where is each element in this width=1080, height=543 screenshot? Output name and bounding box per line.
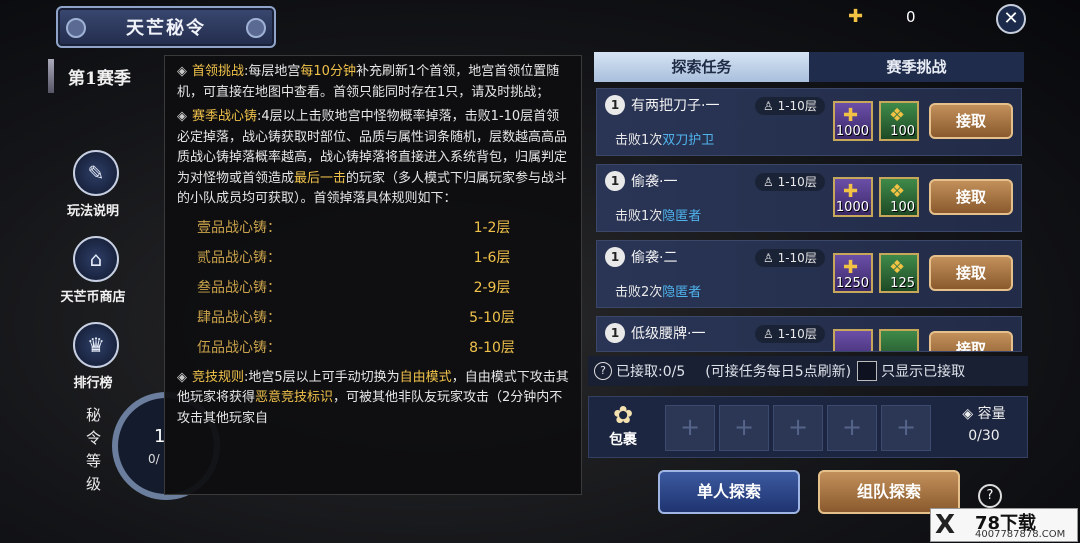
close-button[interactable]: ✕ — [996, 4, 1026, 34]
inventory-slot[interactable]: + — [665, 405, 715, 451]
task-floor-range: ♙ 1-10层 — [755, 325, 825, 343]
sidebar-item-label: 玩法说明 — [66, 204, 119, 219]
accepted-count: 已接取:0/5 — [616, 364, 686, 380]
accept-task-button[interactable]: 接取 — [929, 255, 1013, 291]
rule-season-drop: ◈ 赛季战心铸:4层以上击败地宫中怪物概率掉落，击败1-10层首领必定掉落，战心铸… — [177, 109, 568, 206]
reward-item[interactable] — [879, 329, 919, 351]
reward-item[interactable]: ❖ 125 — [879, 253, 919, 293]
task-floor-range: ♙ 1-10层 — [755, 97, 825, 115]
reward-item[interactable]: ✚ 1000 — [833, 177, 873, 217]
task-name: 偷袭·二 — [631, 250, 678, 266]
currency-display: ✚ 0 — [848, 6, 958, 28]
gem-ornament-icon — [246, 18, 266, 38]
task-card: 1 有两把刀子·一 ♙ 1-10层 击败1次双刀护卫 ✚ 1000 ❖ 100 接取 — [596, 88, 1022, 156]
drop-row: 肆品战心铸： 5-10层 — [197, 310, 515, 327]
tab-season-challenge[interactable]: 赛季挑战 — [809, 52, 1024, 82]
rule-pvp: ◈ 竞技规则:地宫5层以上可手动切换为自由模式，自由模式下攻击其他玩家将获得恶意竞… — [177, 369, 569, 426]
task-name: 有两把刀子·一 — [631, 98, 720, 114]
shop-icon: ⌂ — [73, 236, 119, 282]
watermark-logo: X 78下载 4007787878.COM — [930, 508, 1078, 542]
season-label: 第1赛季 — [48, 59, 166, 93]
drop-row: 壹品战心铸： 1-2层 — [197, 220, 511, 237]
sidebar-item-label: 排行榜 — [73, 376, 113, 391]
accept-task-button[interactable]: 接取 — [929, 179, 1013, 215]
reward-item[interactable] — [833, 329, 873, 351]
task-card: 1 低级腰牌·一 ♙ 1-10层 接取 — [596, 316, 1022, 352]
inventory-bar: ✿ 包裹 + + + + + ◈ 容量 0/30 — [588, 396, 1028, 458]
accept-task-button[interactable]: 接取 — [929, 103, 1013, 139]
bag-button[interactable]: ✿ 包裹 — [595, 401, 651, 453]
gold-horn-icon: ✚ — [848, 6, 864, 27]
task-level-badge: 1 — [605, 95, 625, 115]
armor-icon: ❖ — [889, 105, 906, 126]
solo-explore-button[interactable]: 单人探索 — [658, 470, 800, 514]
window-title-plate: 天芒秘令 — [56, 6, 276, 48]
reward-item[interactable]: ❖ 100 — [879, 177, 919, 217]
armor-icon: ❖ — [889, 181, 906, 202]
drop-row: 贰品战心铸： 1-6层 — [197, 250, 511, 267]
help-icon[interactable]: ? — [594, 362, 612, 380]
sword-icon — [48, 59, 54, 93]
sidebar-item-rank[interactable]: ♛ 排行榜 — [60, 322, 132, 391]
show-accepted-checkbox[interactable] — [857, 361, 878, 381]
task-level-badge: 1 — [605, 323, 625, 343]
rank-badge-icon: ♛ — [73, 322, 119, 368]
bag-icon: ✿ — [612, 401, 634, 429]
show-accepted-label: 只显示已接取 — [881, 364, 966, 380]
currency-value: 0 — [906, 8, 916, 26]
task-level-badge: 1 — [605, 171, 625, 191]
scroll-icon: ✎ — [73, 150, 119, 196]
window-title: 天芒秘令 — [126, 18, 206, 39]
drop-row: 叁品战心铸： 2-9层 — [197, 280, 511, 297]
inventory-slot[interactable]: + — [719, 405, 769, 451]
drop-table: 壹品战心铸： 1-2层 贰品战心铸： 1-6层 叁品战心铸： 2-9层 肆品战心铸： 5… — [177, 214, 571, 364]
accepted-status-bar: ? 已接取:0/5 (可接任务每日5点刷新) 只显示已接取 — [588, 356, 1028, 386]
sidebar-item-label: 天芒币商店 — [60, 290, 126, 305]
task-desc: 击败1次隐匿者 — [615, 209, 702, 224]
inventory-slot[interactable]: + — [827, 405, 877, 451]
task-card: 1 偷袭·一 ♙ 1-10层 击败1次隐匿者 ✚ 1000 ❖ 100 接取 — [596, 164, 1022, 232]
task-name: 偷袭·一 — [631, 174, 678, 190]
gold-horn-icon: ✚ — [843, 105, 859, 126]
task-floor-range: ♙ 1-10层 — [755, 249, 825, 267]
tab-explore-tasks[interactable]: 探索任务 — [594, 52, 809, 82]
reward-item[interactable]: ✚ 1250 — [833, 253, 873, 293]
gem-ornament-icon — [66, 18, 86, 38]
task-name: 低级腰牌·一 — [631, 326, 706, 342]
task-floor-range: ♙ 1-10层 — [755, 173, 825, 191]
accept-task-button[interactable]: 接取 — [929, 331, 1013, 351]
rule-boss-challenge: ◈ 首领挑战:每层地宫每10分钟补充刷新1个首领，地宫首领位置随机，可直接在地图中… — [177, 64, 560, 100]
armor-icon: ❖ — [889, 257, 906, 278]
sidebar-item-shop[interactable]: ⌂ 天芒币商店 — [60, 236, 132, 305]
sidebar-item-guide[interactable]: ✎ 玩法说明 — [60, 150, 132, 219]
refresh-note: (可接任务每日5点刷新) — [705, 364, 852, 380]
task-desc: 击败1次双刀护卫 — [615, 133, 715, 148]
rules-tooltip: ◈ 首领挑战:每层地宫每10分钟补充刷新1个首领，地宫首领位置随机，可直接在地图中… — [164, 55, 582, 495]
inventory-slot[interactable]: + — [881, 405, 931, 451]
gold-horn-icon: ✚ — [843, 257, 859, 278]
capacity-display: ◈ 容量 0/30 — [962, 406, 1006, 444]
task-desc: 击败2次隐匿者 — [615, 285, 702, 300]
reward-item[interactable]: ❖ 100 — [879, 101, 919, 141]
reward-item[interactable]: ✚ 1000 — [833, 101, 873, 141]
task-level-badge: 1 — [605, 247, 625, 267]
task-card: 1 偷袭·二 ♙ 1-10层 击败2次隐匿者 ✚ 1250 ❖ 125 接取 — [596, 240, 1022, 308]
drop-row: 伍品战心铸： 8-10层 — [197, 340, 515, 357]
rank-level-label: 秘令等级 — [86, 406, 102, 493]
inventory-slot[interactable]: + — [773, 405, 823, 451]
task-tabs: 探索任务 赛季挑战 — [594, 52, 1024, 82]
help-icon[interactable]: ? — [978, 484, 1002, 508]
gold-horn-icon: ✚ — [843, 181, 859, 202]
